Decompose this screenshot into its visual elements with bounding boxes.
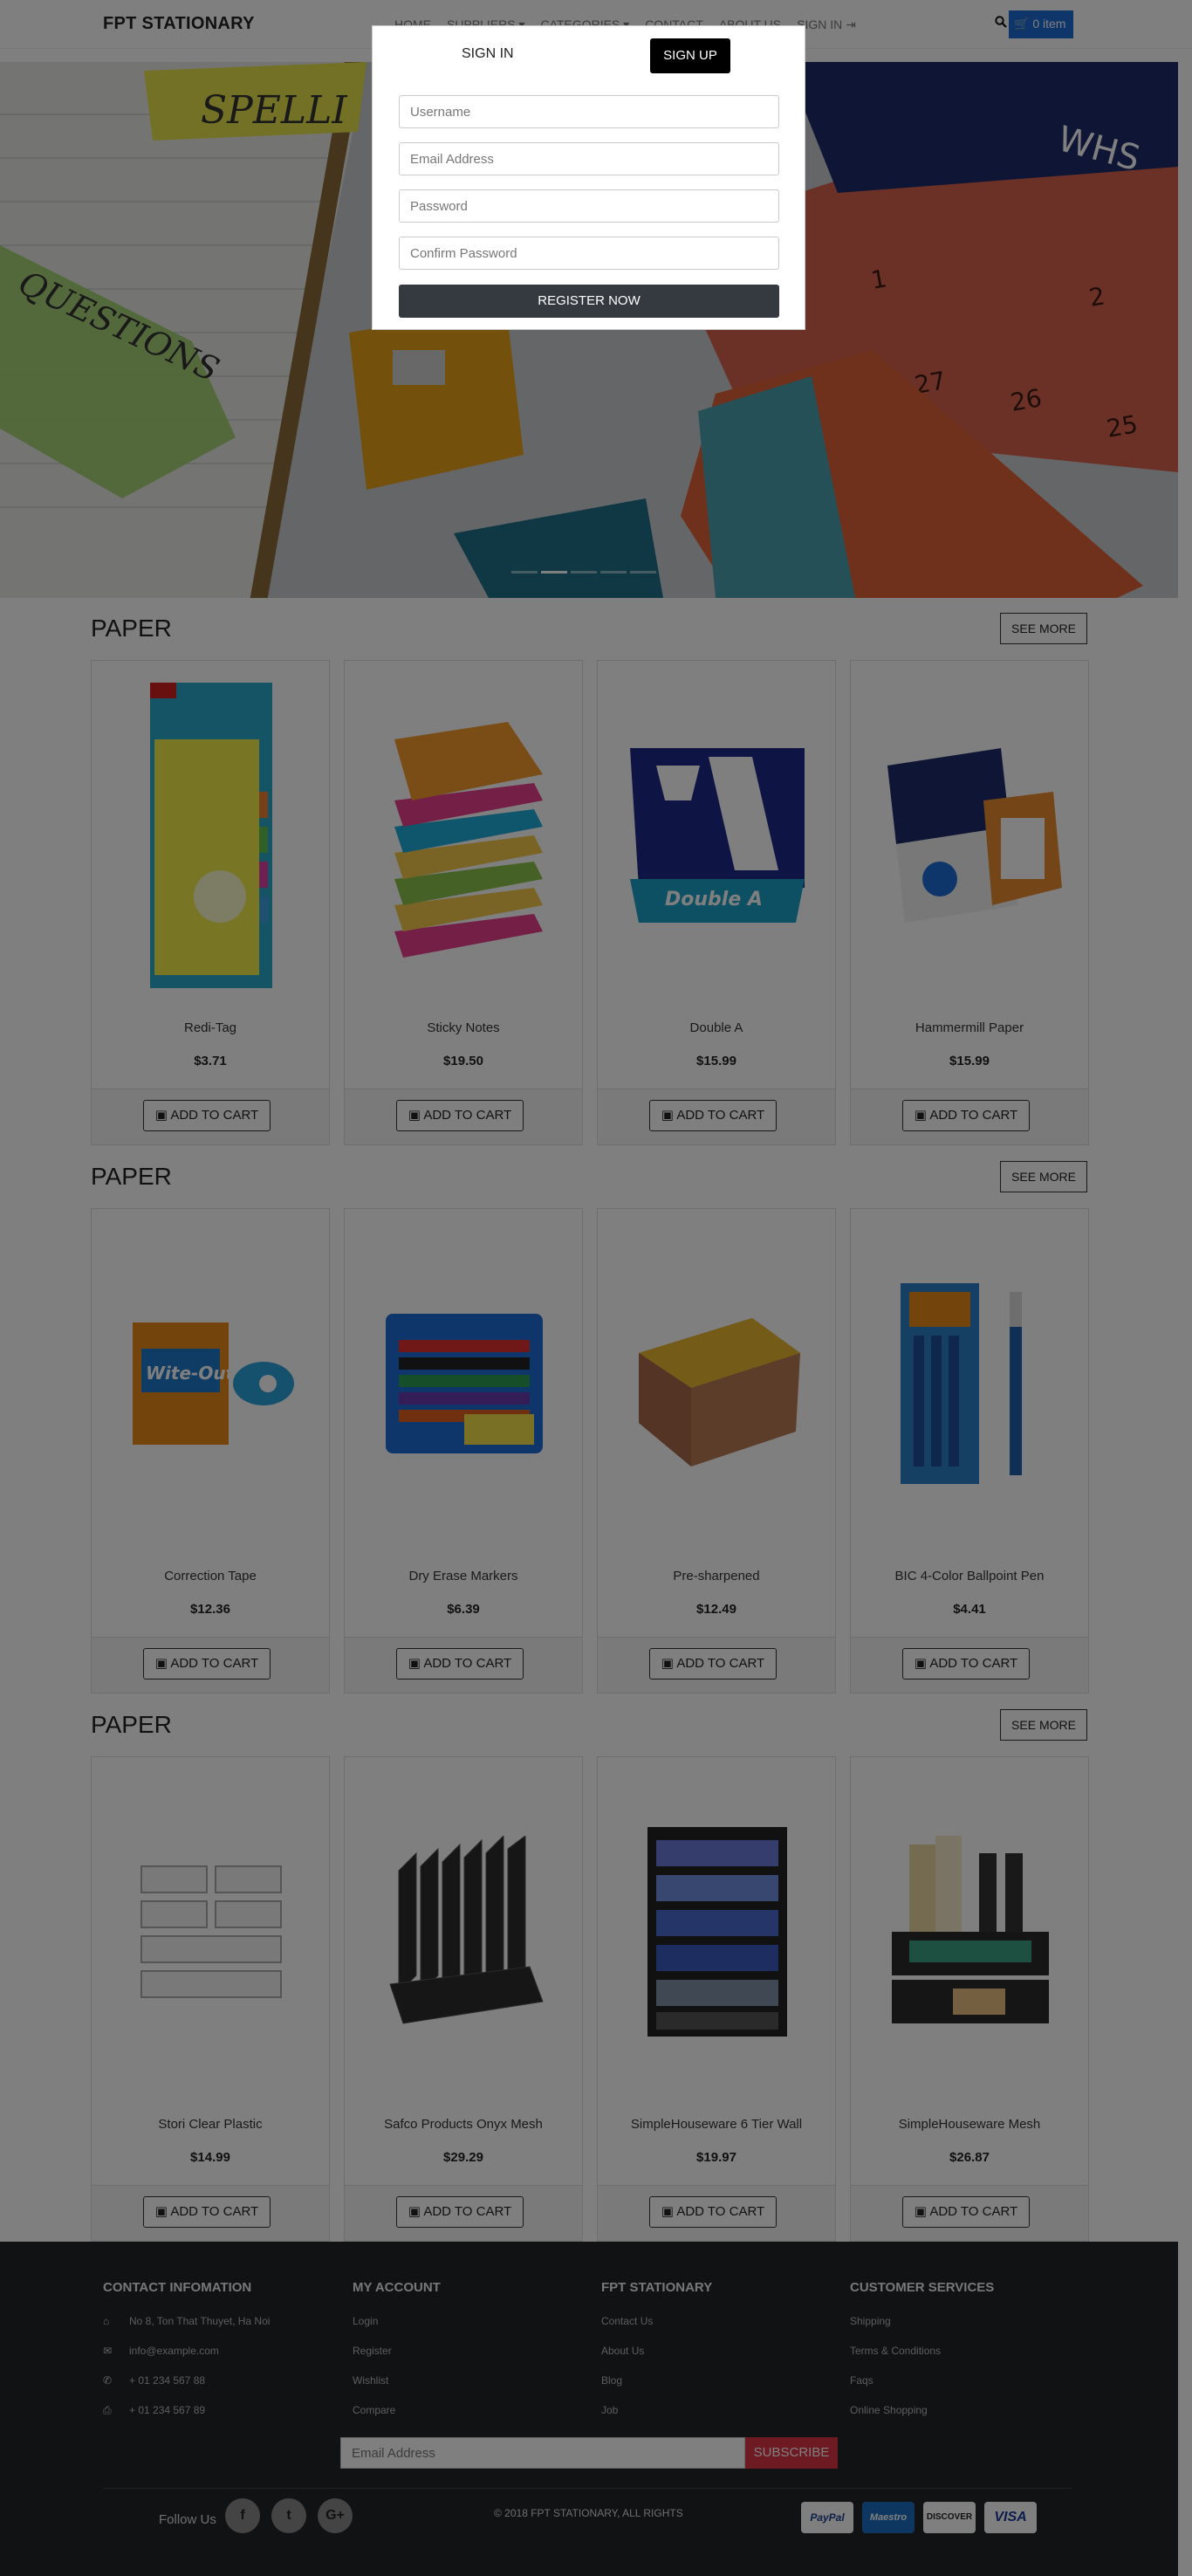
confirm-password-field[interactable]: Confirm Password bbox=[399, 237, 779, 270]
register-now-button[interactable]: REGISTER NOW bbox=[399, 285, 779, 318]
email-field[interactable]: Email Address bbox=[399, 142, 779, 175]
tab-sign-in[interactable]: SIGN IN bbox=[462, 46, 514, 62]
password-field[interactable]: Password bbox=[399, 189, 779, 223]
tab-sign-up[interactable]: SIGN UP bbox=[650, 38, 730, 73]
username-field[interactable]: Username bbox=[399, 95, 779, 128]
signup-modal: SIGN IN SIGN UP Username Email Address P… bbox=[372, 25, 805, 330]
modal-backdrop[interactable] bbox=[0, 0, 1192, 2576]
